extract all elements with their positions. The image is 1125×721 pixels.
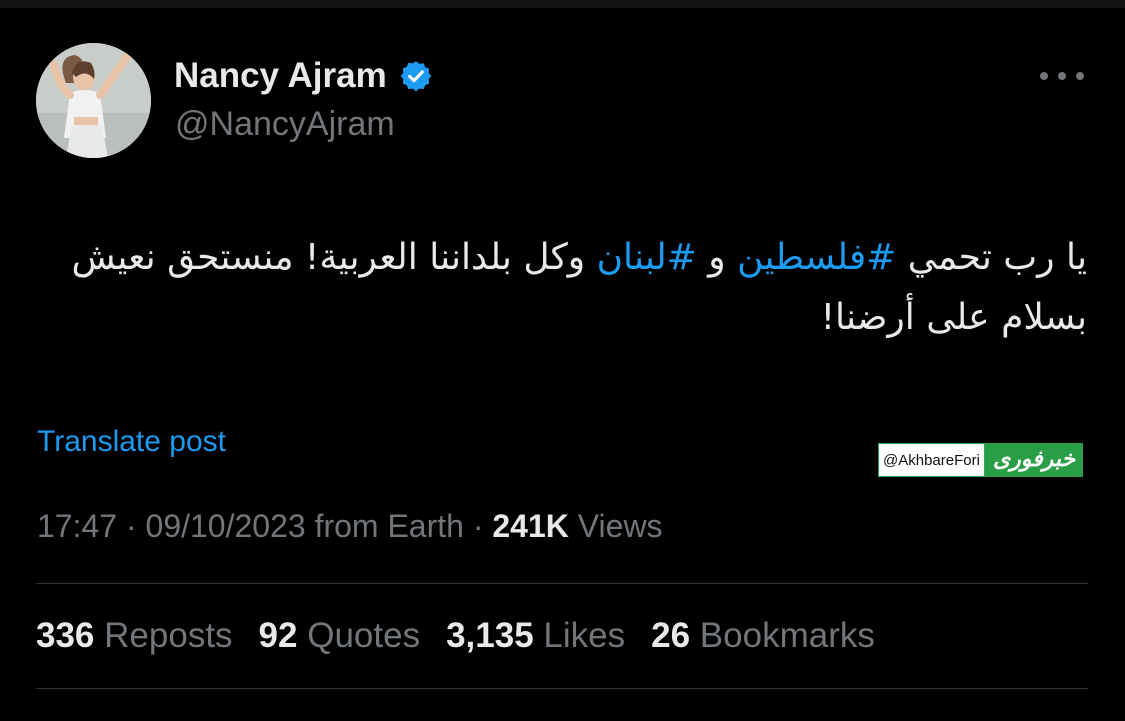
divider bbox=[36, 688, 1088, 689]
watermark: @AkhbareFori خبرفوری bbox=[878, 443, 1084, 477]
author-handle[interactable]: @NancyAjram bbox=[175, 105, 395, 144]
author-name-text[interactable]: Nancy Ajram bbox=[174, 56, 387, 96]
bookmarks-label: Bookmarks bbox=[699, 616, 875, 655]
top-strip bbox=[0, 0, 1125, 8]
reposts-count: 336 bbox=[36, 616, 95, 655]
hashtag-link[interactable]: #لبنان bbox=[597, 237, 697, 278]
author-display-name[interactable]: Nancy Ajram bbox=[174, 56, 433, 96]
translate-post-link[interactable]: Translate post bbox=[37, 425, 226, 459]
reposts-label: Reposts bbox=[104, 616, 233, 655]
more-options-icon[interactable] bbox=[1040, 64, 1084, 88]
tweet-time[interactable]: 17:47 bbox=[37, 508, 117, 544]
likes-stat[interactable]: 3,135 Likes bbox=[446, 616, 625, 656]
views-count[interactable]: 241K bbox=[492, 508, 569, 544]
more-dot bbox=[1076, 72, 1084, 80]
tweet-source: from Earth bbox=[314, 508, 464, 544]
quotes-count: 92 bbox=[258, 616, 298, 655]
tweet-meta: 17:47 · 09/10/2023 from Earth · 241K Vie… bbox=[37, 508, 663, 545]
tweet-segment: و bbox=[696, 237, 738, 278]
more-dot bbox=[1040, 72, 1048, 80]
tweet-segment: يا رب تحمي bbox=[896, 237, 1087, 278]
reposts-stat[interactable]: 336 Reposts bbox=[36, 616, 233, 656]
avatar[interactable] bbox=[36, 43, 151, 158]
more-dot bbox=[1058, 72, 1066, 80]
likes-label: Likes bbox=[543, 616, 626, 655]
likes-count: 3,135 bbox=[446, 616, 534, 655]
avatar-photo bbox=[36, 43, 151, 158]
quotes-stat[interactable]: 92 Quotes bbox=[259, 616, 421, 656]
divider bbox=[36, 583, 1088, 584]
meta-separator: · bbox=[472, 508, 484, 544]
tweet-date[interactable]: 09/10/2023 bbox=[146, 508, 306, 544]
bookmarks-stat[interactable]: 26 Bookmarks bbox=[651, 616, 875, 656]
verified-badge-icon bbox=[399, 59, 433, 93]
meta-separator: · bbox=[125, 508, 137, 544]
views-label[interactable]: Views bbox=[578, 508, 663, 544]
tweet-text: يا رب تحمي #فلسطين و #لبنان وكل بلداننا … bbox=[37, 228, 1087, 348]
engagement-stats: 336 Reposts 92 Quotes 3,135 Likes 26 Boo… bbox=[36, 616, 875, 656]
watermark-logo: خبرفوری bbox=[984, 443, 1084, 477]
bookmarks-count: 26 bbox=[651, 616, 691, 655]
hashtag-link[interactable]: #فلسطين bbox=[737, 237, 896, 278]
watermark-handle: @AkhbareFori bbox=[878, 443, 985, 477]
quotes-label: Quotes bbox=[307, 616, 421, 655]
